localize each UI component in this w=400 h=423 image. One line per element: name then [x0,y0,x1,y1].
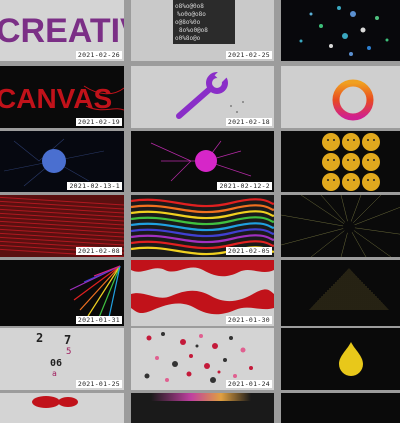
gallery-tile[interactable]: 2021-02-05 [131,195,274,257]
gallery-tile[interactable]: 2021-02-13-1 [0,131,124,192]
gallery-tile[interactable] [281,195,400,257]
gallery-tile[interactable]: 2021-02-12-2 [131,131,274,192]
gallery-tile[interactable] [131,393,274,423]
gallery-tile[interactable] [281,131,400,192]
tile-artwork [151,393,251,401]
tile-date: 2021-02-13-1 [67,182,122,190]
tile-artwork [339,342,363,376]
tile-artwork [309,268,389,310]
tile-date: 2021-02-25 [225,51,272,59]
tile-artwork [332,79,374,121]
tile-date: 2021-01-25 [75,380,122,388]
gallery-tile[interactable] [281,0,400,61]
svg-text:o@8o%0o: o@8o%0o [175,19,201,26]
tile-date: 2021-02-18 [225,118,272,126]
digit-art: 2 [36,331,43,345]
tile-date: 2021-02-08 [75,247,122,255]
gallery-tile[interactable] [0,393,124,423]
gallery-tile[interactable]: 2 7 5 06 a 2021-01-25 [0,328,124,390]
tile-date: 2021-02-12-2 [217,182,272,190]
tile-date: 2021-02-26 [75,51,122,59]
tile-artwork [281,195,400,257]
svg-text:8o%o0@o8: 8o%o0@o8 [179,27,208,34]
tile-artwork [32,396,78,408]
gallery-tile[interactable]: 2021-01-31 [0,260,124,326]
gallery-tile[interactable] [281,393,400,423]
svg-text:%o0o@o8o: %o0o@o8o [177,11,206,18]
gallery-tile[interactable] [281,260,400,326]
gallery-tile[interactable]: 2021-01-30 [131,260,274,326]
gallery-tile[interactable]: CANVAS 2021-02-19 [0,66,124,128]
gallery-tile[interactable]: 2021-02-18 [131,66,274,128]
gallery-grid: CREATIVE 2021-02-26 o8%o@0o8 %o0o@o8o o@… [0,0,400,423]
gallery-tile[interactable]: 2021-02-08 [0,195,124,257]
tile-date: 2021-01-30 [225,316,272,324]
gallery-tile[interactable]: 2021-01-24 [131,328,274,390]
digit-art: 5 [66,347,71,357]
digit-art: a [52,369,57,378]
gallery-tile[interactable]: o8%o@0o8 %o0o@o8o o@8o%0o 8o%o0@o8 o0%8o… [131,0,274,61]
digit-art: 7 [64,333,71,347]
svg-text:o0%8o@o: o0%8o@o [175,35,201,42]
digit-art: 06 [50,358,62,369]
tile-artwork [299,6,389,56]
tile-date: 2021-01-24 [225,380,272,388]
tile-date: 2021-02-05 [225,247,272,255]
tile-date: 2021-02-19 [75,118,122,126]
svg-text:o8%o@0o8: o8%o@0o8 [175,3,204,10]
gallery-tile[interactable] [281,66,400,128]
gallery-tile[interactable] [281,328,400,390]
emoji-faces-art [322,133,380,191]
creative-text-art: CREATIVE [0,12,124,50]
tile-date: 2021-01-31 [75,316,122,324]
gallery-tile[interactable]: CREATIVE 2021-02-26 [0,0,124,61]
